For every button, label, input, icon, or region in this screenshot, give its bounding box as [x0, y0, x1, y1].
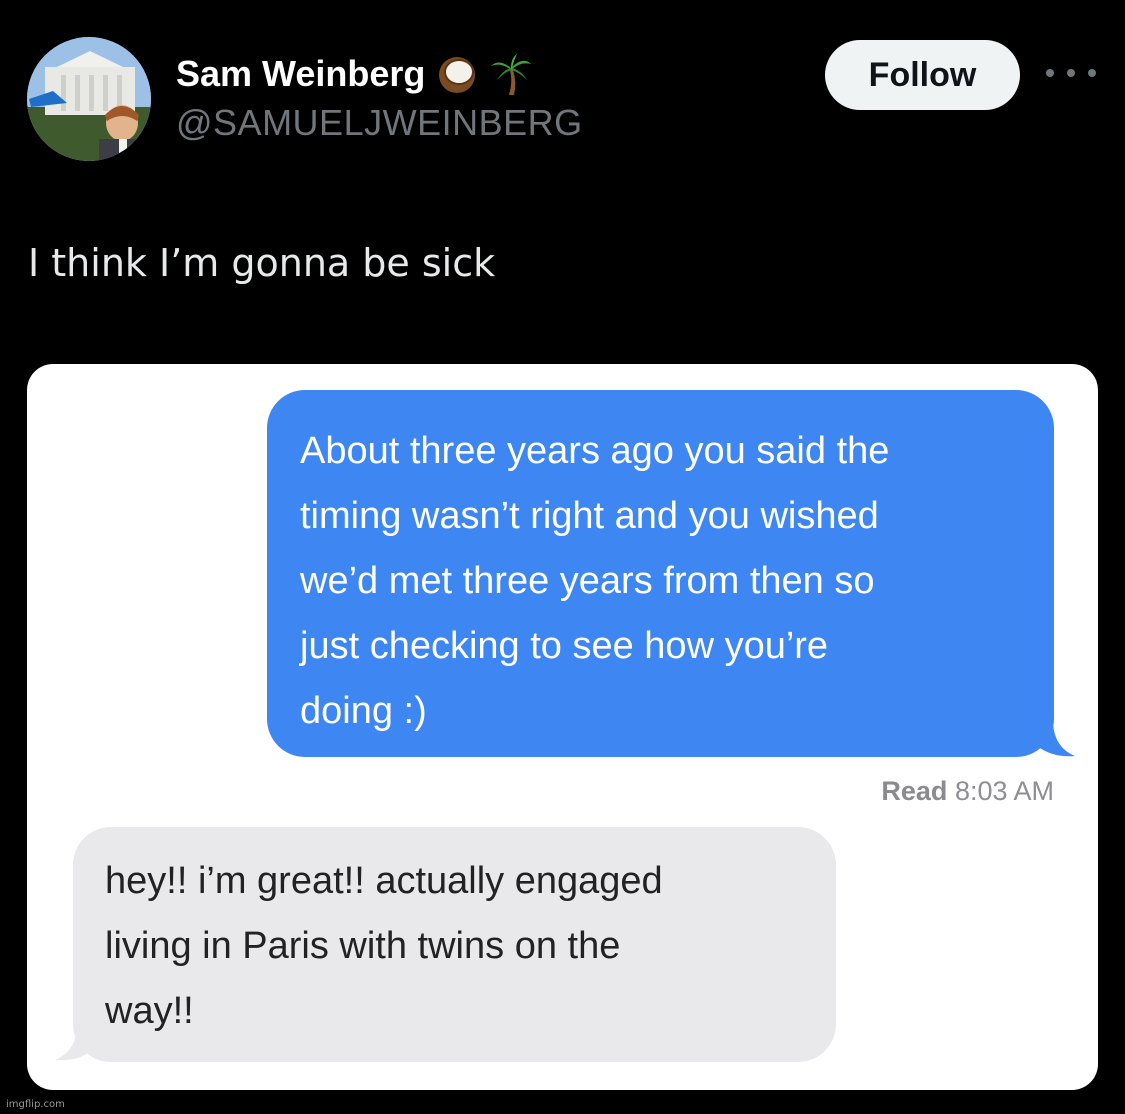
- tweet-media-image[interactable]: About three years ago you said the timin…: [27, 364, 1098, 1090]
- sent-bubble-tail: [1035, 724, 1075, 757]
- message-line: timing wasn’t right and you wished: [300, 495, 879, 537]
- message-line: About three years ago you said the: [300, 430, 890, 472]
- message-line: hey!! i’m great!! actually engaged: [105, 860, 663, 902]
- avatar[interactable]: [27, 37, 151, 161]
- sent-message-bubble: About three years ago you said the timin…: [267, 390, 1054, 757]
- read-label: Read: [881, 776, 948, 806]
- message-line: just checking to see how you’re: [300, 625, 829, 667]
- dot: [1046, 69, 1054, 77]
- watermark: imgflip.com: [6, 1099, 65, 1110]
- palm-tree-icon: [489, 52, 533, 96]
- dot: [1067, 69, 1075, 77]
- more-options-icon[interactable]: [1046, 58, 1096, 88]
- message-line: doing :): [300, 690, 427, 732]
- coconut-icon: [435, 52, 479, 96]
- message-line: we’d met three years from then so: [300, 560, 875, 602]
- read-time: 8:03 AM: [954, 776, 1054, 806]
- tweet-text: I think I’m gonna be sick: [28, 241, 496, 285]
- message-line: way!!: [105, 990, 194, 1032]
- received-message-bubble: hey!! i’m great!! actually engaged livin…: [73, 827, 836, 1062]
- author-display-name[interactable]: Sam Weinberg: [176, 53, 425, 95]
- tweet-header: Sam Weinberg @SAMUELJWEINBERG Follow: [0, 0, 1125, 200]
- message-line: living in Paris with twins on the: [105, 925, 621, 967]
- author-handle[interactable]: @SAMUELJWEINBERG: [176, 102, 583, 144]
- avatar-photo: [27, 37, 151, 161]
- follow-button[interactable]: Follow: [825, 40, 1020, 110]
- read-receipt: Read 8:03 AM: [881, 774, 1054, 808]
- author-name[interactable]: Sam Weinberg: [176, 52, 533, 96]
- dot: [1088, 69, 1096, 77]
- received-bubble-tail: [55, 1028, 95, 1061]
